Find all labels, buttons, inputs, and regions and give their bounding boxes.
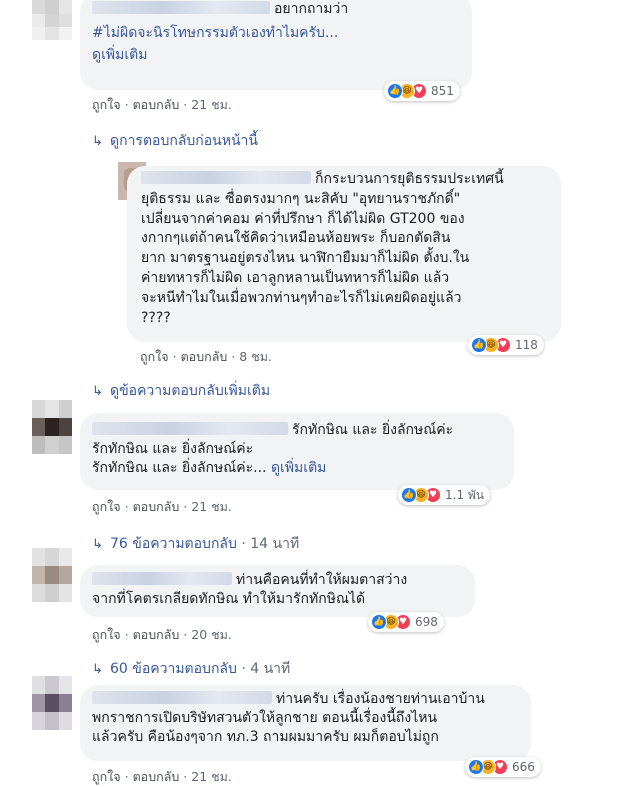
comment-text: อยากถามว่า [274,1,349,17]
timestamp[interactable]: 21 ชม. [191,769,232,784]
author-name[interactable] [92,572,232,585]
reaction-count: 851 [431,84,454,98]
author-name[interactable] [92,422,288,435]
reaction-count: 1.1 พัน [445,487,485,502]
timestamp[interactable]: 21 ชม. [191,97,232,112]
like-icon: 👍 [471,337,487,353]
view-more-replies[interactable]: ↳ ดูข้อความตอบกลับเพิ่มเติม [92,380,270,402]
reaction-count: 698 [415,615,438,629]
view-replies[interactable]: ↳ 60 ข้อความตอบกลับ · 4 นาที [92,658,290,680]
comment-bubble: รักทักษิณ และ ยิ่งลักษณ์ค่ะ รักทักษิณ แล… [80,413,514,490]
like-button[interactable]: ถูกใจ [92,499,121,514]
avatar[interactable] [32,676,72,730]
reaction-summary[interactable]: 👍 😆 ♥ 118 [468,335,544,355]
comment-bubble: อยากถามว่า #ไม่ผิดจะนิรโทษกรรมตัวเองทำไม… [80,0,472,90]
like-icon: 👍 [468,759,484,775]
timestamp[interactable]: 20 ชม. [191,627,232,642]
author-name[interactable] [92,691,272,704]
reply-bubble: ก็กระบวนการยุติธรรมประเทศนี้ ยุติธรรม แล… [127,166,561,342]
comment-actions: ถูกใจ · ตอบกลับ · 20 ชม. [92,627,232,642]
like-button[interactable]: ถูกใจ [92,97,121,112]
like-icon: 👍 [401,487,417,503]
comment-bubble: ท่านคือคนที่ทำให้ผมตาสว่าง จากที่โคตรเกล… [80,565,475,617]
avatar[interactable] [32,0,72,40]
reaction-count: 666 [512,760,535,774]
reply-button[interactable]: ตอบกลับ [133,97,180,112]
view-previous-replies[interactable]: ↳ ดูการตอบกลับก่อนหน้านี้ [92,130,258,152]
like-button[interactable]: ถูกใจ [92,769,121,784]
timestamp[interactable]: 8 ชม. [239,349,272,364]
reply-arrow-icon: ↳ [92,662,103,677]
hashtag-link[interactable]: #ไม่ผิดจะนิรโทษกรรมตัวเองทำไมครับ... [92,25,338,41]
comment-actions: ถูกใจ · ตอบกลับ · 21 ชม. [92,499,232,514]
comment-actions: ถูกใจ · ตอบกลับ · 21 ชม. [92,97,232,112]
reply-button[interactable]: ตอบกลับ [133,499,180,514]
avatar[interactable] [32,400,72,454]
like-button[interactable]: ถูกใจ [92,627,121,642]
like-button[interactable]: ถูกใจ [140,349,169,364]
view-replies[interactable]: ↳ 76 ข้อความตอบกลับ · 14 นาที [92,533,299,555]
reaction-summary[interactable]: 👍 😆 ♥ 666 [465,757,541,777]
reaction-summary[interactable]: 👍 😆 ♥ 851 [384,81,460,101]
reply-arrow-icon: ↳ [92,384,103,399]
see-more-link[interactable]: ดูเพิ่มเติม [92,47,147,63]
timestamp[interactable]: 21 ชม. [191,499,232,514]
reaction-summary[interactable]: 👍 😆 ♥ 1.1 พัน [398,485,491,505]
author-name[interactable] [92,1,270,14]
reply-arrow-icon: ↳ [92,537,103,552]
avatar[interactable] [32,548,72,602]
like-icon: 👍 [371,614,387,630]
author-name[interactable] [141,171,311,184]
reply-arrow-icon: ↳ [92,134,103,149]
comment-actions: ถูกใจ · ตอบกลับ · 21 ชม. [92,769,232,784]
reply-button[interactable]: ตอบกลับ [133,627,180,642]
reply-button[interactable]: ตอบกลับ [181,349,228,364]
like-icon: 👍 [387,83,403,99]
reply-actions: ถูกใจ · ตอบกลับ · 8 ชม. [140,349,272,364]
reaction-summary[interactable]: 👍 😆 ♥ 698 [368,612,444,632]
comment-bubble: ท่านครับ เรื่องน้องชายท่านเอาบ้าน พกราชก… [80,685,531,761]
reply-button[interactable]: ตอบกลับ [133,769,180,784]
see-more-link[interactable]: ดูเพิ่มเติม [271,460,326,476]
reaction-count: 118 [515,338,538,352]
